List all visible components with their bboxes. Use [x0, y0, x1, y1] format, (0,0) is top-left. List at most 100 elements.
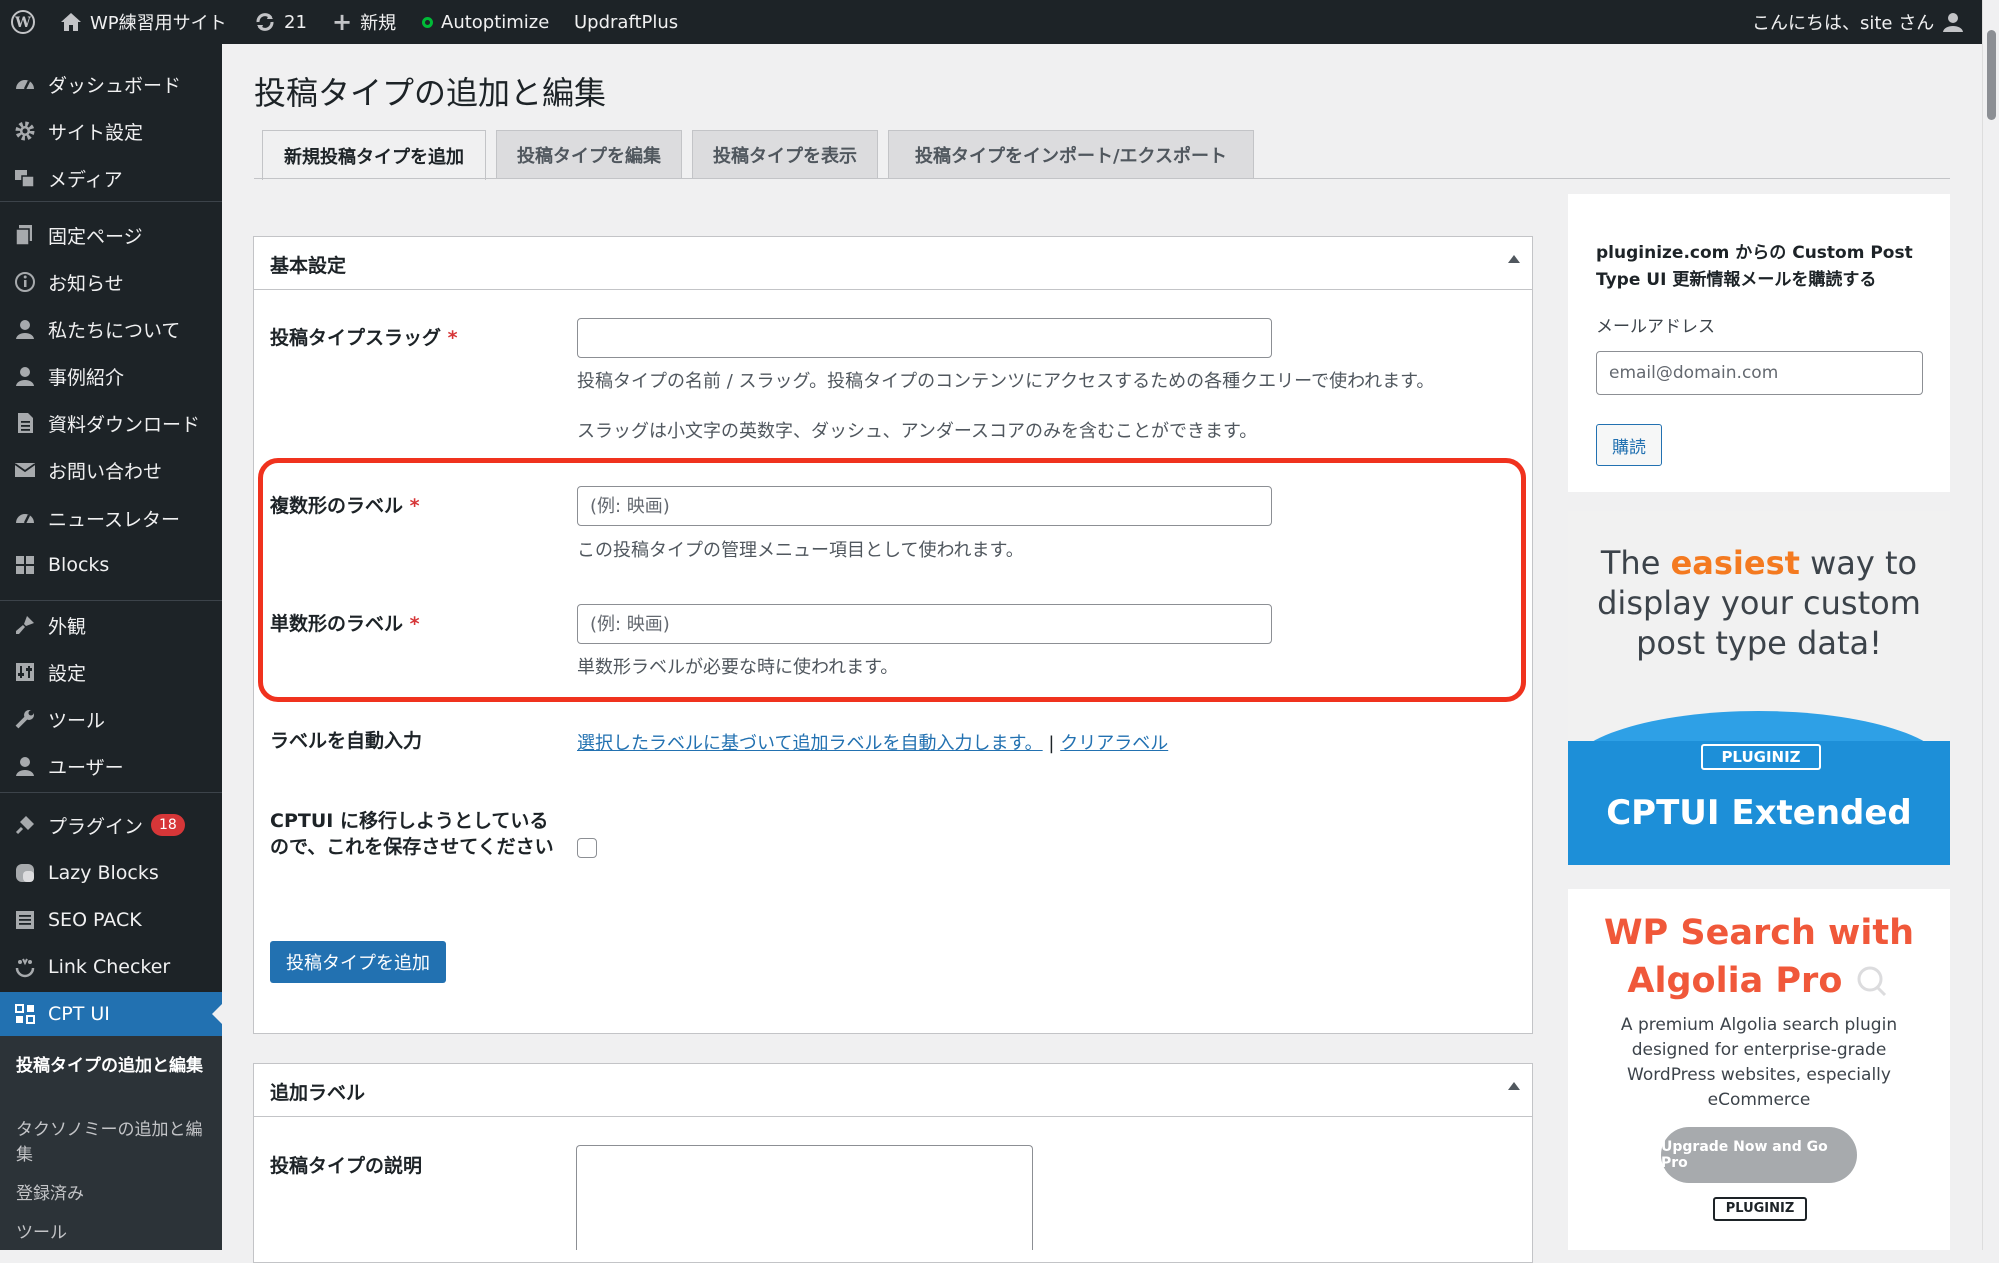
dashboard-icon: [12, 505, 38, 531]
user-icon: [12, 363, 38, 389]
panel-header[interactable]: 追加ラベル: [254, 1064, 1532, 1117]
sidebar-item-contact[interactable]: お問い合わせ: [0, 448, 222, 492]
sidebar-item-label: お知らせ: [48, 272, 124, 295]
add-post-type-button[interactable]: 投稿タイプを追加: [270, 941, 446, 983]
sidebar-item-label: Lazy Blocks: [48, 862, 159, 884]
user-icon: [12, 316, 38, 342]
ad-text: way to: [1799, 544, 1918, 582]
sidebar-item-downloads[interactable]: 資料ダウンロード: [0, 401, 222, 445]
submenu-registered[interactable]: 登録済み: [16, 1182, 206, 1207]
account-menu[interactable]: こんにちは、site さん: [1752, 0, 1964, 44]
autofill-links: 選択したラベルに基づいて追加ラベルを自動入力します。 | クリアラベル: [577, 729, 1168, 755]
sidebar-item-label: 私たちについて: [48, 319, 181, 342]
submenu-add-edit-post-types[interactable]: 投稿タイプの追加と編集: [16, 1054, 206, 1079]
sidebar-item-case-studies[interactable]: 事例紹介: [0, 354, 222, 398]
wordpress-logo-icon[interactable]: W: [10, 0, 36, 44]
slug-description: 投稿タイプの名前 / スラッグ。投稿タイプのコンテンツにアクセスするための各種ク…: [577, 371, 1435, 392]
sidebar-item-label: メディア: [48, 168, 123, 191]
sidebar-item-pages[interactable]: 固定ページ: [0, 213, 222, 257]
plugin-icon: [12, 812, 38, 838]
submenu-add-edit-taxonomies[interactable]: タクソノミーの追加と編集: [16, 1118, 206, 1168]
sidebar-item-plugins[interactable]: プラグイン 18: [0, 803, 222, 847]
email-input[interactable]: [1596, 351, 1923, 395]
updates-count: 21: [284, 11, 307, 33]
sidebar-item-label: CPT UI: [48, 1003, 110, 1025]
sidebar-item-settings[interactable]: 設定: [0, 650, 222, 694]
admin-bar: W WP練習用サイト 21 + 新規 Autoptimize UpdraftPl…: [0, 0, 1999, 44]
sidebar-item-lazy-blocks[interactable]: Lazy Blocks: [0, 851, 222, 895]
pages-icon: [12, 222, 38, 248]
newsletter-heading: pluginize.com からの Custom Post Type UI 更新…: [1596, 243, 1913, 290]
sidebar-item-site-settings[interactable]: サイト設定: [0, 109, 222, 153]
brush-icon: [12, 612, 38, 638]
submenu-tools[interactable]: ツール: [16, 1221, 206, 1246]
upgrade-button[interactable]: Upgrade Now and Go Pro: [1661, 1127, 1857, 1183]
menu-separator: [0, 600, 222, 601]
collapse-arrow-icon[interactable]: [1508, 255, 1520, 263]
cptui-extended-ad[interactable]: The easiest way to display your custom p…: [1568, 511, 1950, 865]
sidebar-item-media[interactable]: メディア: [0, 156, 222, 200]
sidebar-item-news[interactable]: お知らせ: [0, 260, 222, 304]
autofill-link[interactable]: 選択したラベルに基づいて追加ラベルを自動入力します。: [577, 733, 1043, 754]
list-icon: [12, 907, 38, 933]
sidebar-item-blocks[interactable]: Blocks: [0, 543, 222, 587]
panel-header[interactable]: 基本設定: [254, 237, 1532, 290]
highlight-annotation-box: [258, 458, 1526, 702]
menu-separator: [0, 201, 222, 202]
ad2-description: A premium Algolia search plugin designed…: [1620, 1015, 1898, 1110]
autoptimize-link[interactable]: Autoptimize: [422, 0, 549, 44]
algolia-pro-ad[interactable]: WP Search with Algolia Pro A premium Alg…: [1568, 889, 1950, 1250]
tab-edit-post-types[interactable]: 投稿タイプを編集: [496, 130, 682, 178]
migrate-label: CPTUI に移行しようとしているので、これを保存させてください: [270, 810, 554, 858]
slug-label-text: 投稿タイプスラッグ: [270, 327, 442, 349]
sidebar-item-label: 事例紹介: [48, 366, 125, 389]
subscribe-button[interactable]: 購読: [1596, 424, 1662, 466]
updraftplus-link[interactable]: UpdraftPlus: [574, 0, 678, 44]
sidebar-item-users[interactable]: ユーザー: [0, 744, 222, 788]
sidebar-item-tools[interactable]: ツール: [0, 697, 222, 741]
sidebar-item-label: Link Checker: [48, 956, 171, 978]
cptui-submenu: 投稿タイプの追加と編集 タクソノミーの追加と編集 登録済み ツール: [0, 1036, 222, 1250]
slug-field-label: 投稿タイプスラッグ *: [270, 325, 458, 351]
status-dot-icon: [422, 16, 433, 28]
settings-icon: [12, 659, 38, 685]
sidebar-item-label: Blocks: [48, 554, 110, 576]
sidebar-item-link-checker[interactable]: Link Checker: [0, 945, 222, 989]
gear-icon: [12, 118, 38, 144]
sidebar-item-appearance[interactable]: 外観: [0, 603, 222, 647]
sidebar-item-label: 資料ダウンロード: [48, 413, 201, 436]
sidebar-item-cpt-ui[interactable]: CPT UI: [0, 992, 222, 1036]
scrollbar-thumb[interactable]: [1987, 30, 1996, 120]
panel-title: 基本設定: [270, 255, 347, 277]
tab-import-export[interactable]: 投稿タイプをインポート/エクスポート: [888, 130, 1254, 178]
sidebar-item-dashboard[interactable]: ダッシュボード: [0, 62, 222, 106]
sidebar-item-label: お問い合わせ: [48, 460, 163, 483]
info-icon: [12, 269, 38, 295]
migrate-checkbox[interactable]: [577, 838, 597, 858]
sidebar-item-label: サイト設定: [48, 121, 144, 144]
site-name-link[interactable]: WP練習用サイト: [60, 0, 227, 44]
new-content-link[interactable]: + 新規: [332, 0, 396, 44]
page-scrollbar[interactable]: [1982, 0, 1999, 1250]
ad-text: The: [1600, 544, 1671, 582]
ad2-title: WP Search with Algolia Pro: [1568, 909, 1950, 1005]
sidebar-item-seo-pack[interactable]: SEO PACK: [0, 898, 222, 942]
sidebar-item-label: 固定ページ: [48, 225, 143, 248]
post-type-slug-input[interactable]: [577, 318, 1272, 358]
dashboard-icon: [12, 71, 38, 97]
sidebar-item-newsletter[interactable]: ニュースレター: [0, 496, 222, 540]
tab-view-post-types[interactable]: 投稿タイプを表示: [692, 130, 878, 178]
sidebar-item-label: ダッシュボード: [48, 74, 182, 97]
updates-link[interactable]: 21: [254, 0, 307, 44]
sidebar-item-label: ニュースレター: [48, 508, 181, 531]
search-icon: [1855, 961, 1891, 1001]
collapse-arrow-icon[interactable]: [1508, 1082, 1520, 1090]
sidebar-item-about-us[interactable]: 私たちについて: [0, 307, 222, 351]
ad2-title-line2: Algolia Pro: [1568, 957, 1950, 1005]
plugin-updates-badge: 18: [151, 814, 185, 836]
sidebar-item-label: ツール: [48, 709, 106, 732]
tab-add-new-post-type[interactable]: 新規投稿タイプを追加: [262, 130, 486, 180]
clear-labels-link[interactable]: クリアラベル: [1060, 733, 1168, 754]
refresh-icon: [254, 11, 276, 33]
description-textarea[interactable]: [576, 1145, 1033, 1250]
